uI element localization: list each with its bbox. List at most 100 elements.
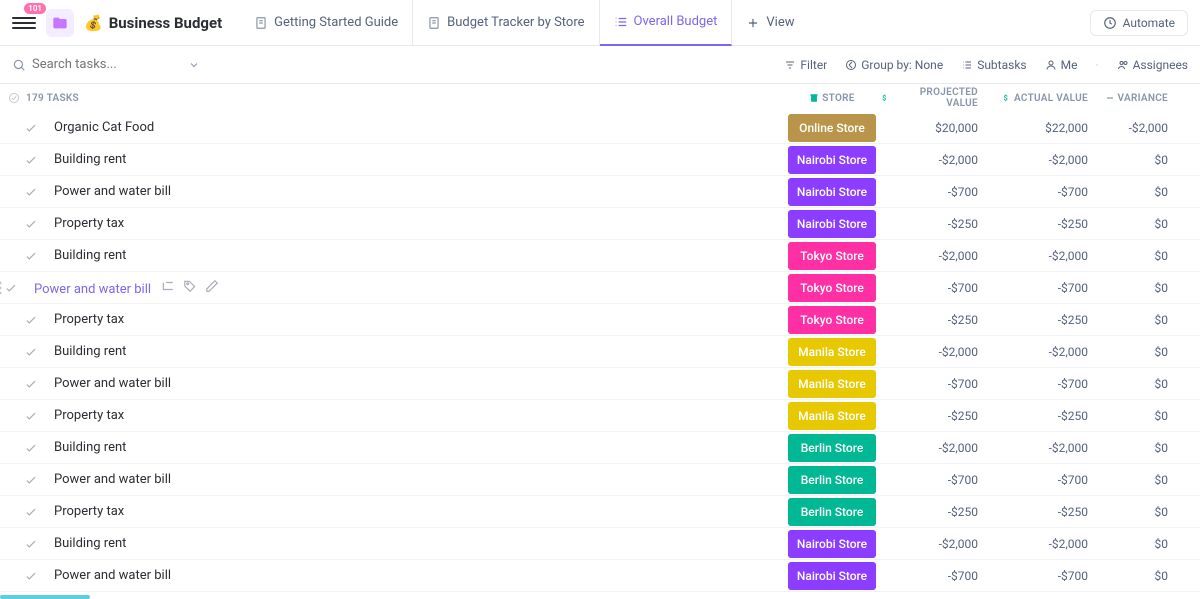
tab-overall-budget[interactable]: Overall Budget bbox=[600, 0, 733, 46]
task-name[interactable]: Power and water bill bbox=[54, 568, 784, 583]
assignees-button[interactable]: Assignees bbox=[1117, 58, 1188, 72]
menu-button[interactable]: 101 bbox=[12, 11, 36, 35]
task-row[interactable]: Building rentManila Store-$2,000-$2,000$… bbox=[0, 336, 1200, 368]
check-icon[interactable] bbox=[24, 249, 38, 263]
store-pill[interactable]: Tokyo Store bbox=[788, 242, 876, 270]
store-pill[interactable]: Tokyo Store bbox=[788, 306, 876, 334]
store-pill[interactable]: Berlin Store bbox=[788, 466, 876, 494]
task-name[interactable]: Property tax bbox=[54, 312, 784, 327]
store-pill[interactable]: Berlin Store bbox=[788, 498, 876, 526]
store-pill[interactable]: Nairobi Store bbox=[788, 530, 876, 558]
actual-value: -$700 bbox=[990, 569, 1100, 583]
store-pill[interactable]: Nairobi Store bbox=[788, 146, 876, 174]
subtask-icon[interactable] bbox=[161, 279, 175, 293]
col-variance[interactable]: VARIANCE bbox=[1100, 93, 1176, 104]
tag-icon[interactable] bbox=[183, 279, 197, 293]
task-name[interactable]: Power and water bill bbox=[34, 279, 784, 297]
drag-handle-icon[interactable] bbox=[0, 281, 2, 295]
variance-value: $0 bbox=[1100, 153, 1176, 167]
task-name[interactable]: Building rent bbox=[54, 440, 784, 455]
check-icon[interactable] bbox=[24, 313, 38, 327]
task-name[interactable]: Property tax bbox=[54, 504, 784, 519]
task-row[interactable]: Power and water billManila Store-$700-$7… bbox=[0, 368, 1200, 400]
col-projected[interactable]: $ PROJECTED VALUE bbox=[880, 87, 990, 109]
task-row[interactable]: Power and water billTokyo Store-$700-$70… bbox=[0, 272, 1200, 304]
check-icon[interactable] bbox=[24, 121, 38, 135]
store-pill[interactable]: Manila Store bbox=[788, 370, 876, 398]
store-pill[interactable]: Berlin Store bbox=[788, 434, 876, 462]
task-row[interactable]: Property taxTokyo Store-$250-$250$0 bbox=[0, 304, 1200, 336]
subtasks-label: Subtasks bbox=[977, 58, 1026, 72]
check-icon[interactable] bbox=[24, 345, 38, 359]
projected-value: -$700 bbox=[880, 569, 990, 583]
doc-icon bbox=[427, 16, 441, 30]
task-row[interactable]: Power and water billNairobi Store-$700-$… bbox=[0, 176, 1200, 208]
store-pill[interactable]: Nairobi Store bbox=[788, 210, 876, 238]
groupby-button[interactable]: Group by: None bbox=[845, 58, 943, 72]
task-name[interactable]: Building rent bbox=[54, 344, 784, 359]
chevron-down-icon[interactable] bbox=[188, 59, 200, 71]
check-icon[interactable] bbox=[24, 377, 38, 391]
check-icon[interactable] bbox=[24, 569, 38, 583]
check-icon[interactable] bbox=[24, 505, 38, 519]
task-name[interactable]: Organic Cat Food bbox=[54, 120, 784, 135]
actual-value: -$250 bbox=[990, 505, 1100, 519]
store-pill[interactable]: Nairobi Store bbox=[788, 562, 876, 590]
tab-view[interactable]: View bbox=[732, 0, 808, 46]
page-title[interactable]: 💰 Business Budget bbox=[84, 14, 222, 32]
check-icon[interactable] bbox=[24, 153, 38, 167]
variance-value: $0 bbox=[1100, 281, 1176, 295]
col-store[interactable]: STORE bbox=[784, 93, 880, 104]
search-box[interactable] bbox=[12, 57, 200, 72]
dollar-icon: $ bbox=[1001, 93, 1011, 103]
filter-button[interactable]: Filter bbox=[784, 58, 827, 72]
task-row[interactable]: Organic Cat FoodOnline Store$20,000$22,0… bbox=[0, 112, 1200, 144]
task-name[interactable]: Power and water bill bbox=[54, 472, 784, 487]
check-icon[interactable] bbox=[24, 409, 38, 423]
task-row[interactable]: Property taxBerlin Store-$250-$250$0 bbox=[0, 496, 1200, 528]
task-name[interactable]: Power and water bill bbox=[54, 376, 784, 391]
task-name[interactable]: Power and water bill bbox=[54, 184, 784, 199]
projected-value: -$2,000 bbox=[880, 153, 990, 167]
store-pill[interactable]: Online Store bbox=[788, 114, 876, 142]
folder-icon[interactable] bbox=[46, 9, 74, 37]
task-name[interactable]: Building rent bbox=[54, 248, 784, 263]
store-pill[interactable]: Tokyo Store bbox=[788, 274, 876, 302]
actual-value: -$700 bbox=[990, 377, 1100, 391]
check-icon[interactable] bbox=[4, 281, 18, 295]
task-row[interactable]: Power and water bill Nairobi Store -$700-$… bbox=[0, 560, 1200, 592]
check-icon[interactable] bbox=[24, 217, 38, 231]
notification-badge: 101 bbox=[24, 3, 46, 14]
automate-button[interactable]: Automate bbox=[1090, 10, 1188, 36]
store-pill[interactable]: Manila Store bbox=[788, 402, 876, 430]
expand-icon[interactable] bbox=[8, 92, 20, 104]
store-pill[interactable]: Nairobi Store bbox=[788, 178, 876, 206]
task-row[interactable]: Property taxNairobi Store-$250-$250$0 bbox=[0, 208, 1200, 240]
task-name[interactable]: Building rent bbox=[54, 536, 784, 551]
task-row[interactable]: Property taxManila Store-$250-$250$0 bbox=[0, 400, 1200, 432]
tab-getting-started-guide[interactable]: Getting Started Guide bbox=[240, 0, 413, 46]
search-input[interactable] bbox=[32, 57, 152, 72]
task-name[interactable]: Property tax bbox=[54, 216, 784, 231]
me-button[interactable]: Me bbox=[1045, 58, 1078, 72]
subtasks-button[interactable]: Subtasks bbox=[961, 58, 1026, 72]
projected-value: -$2,000 bbox=[880, 441, 990, 455]
projected-value: -$700 bbox=[880, 281, 990, 295]
task-row[interactable]: Building rentNairobi Store-$2,000-$2,000… bbox=[0, 528, 1200, 560]
edit-icon[interactable] bbox=[205, 279, 219, 293]
check-icon[interactable] bbox=[24, 441, 38, 455]
task-name[interactable]: Property tax bbox=[54, 408, 784, 423]
check-icon[interactable] bbox=[24, 185, 38, 199]
task-name[interactable]: Building rent bbox=[54, 152, 784, 167]
check-icon[interactable] bbox=[24, 473, 38, 487]
task-row[interactable]: Building rentNairobi Store-$2,000-$2,000… bbox=[0, 144, 1200, 176]
col-actual[interactable]: $ ACTUAL VALUE bbox=[990, 93, 1100, 104]
list-icon bbox=[614, 15, 628, 29]
task-row[interactable]: Building rentBerlin Store-$2,000-$2,000$… bbox=[0, 432, 1200, 464]
tab-budget-tracker-by-store[interactable]: Budget Tracker by Store bbox=[413, 0, 599, 46]
task-row[interactable]: Power and water billBerlin Store-$700-$7… bbox=[0, 464, 1200, 496]
store-pill[interactable]: Manila Store bbox=[788, 338, 876, 366]
task-row[interactable]: Building rentTokyo Store-$2,000-$2,000$0 bbox=[0, 240, 1200, 272]
check-icon[interactable] bbox=[24, 537, 38, 551]
svg-text:$: $ bbox=[882, 94, 886, 102]
